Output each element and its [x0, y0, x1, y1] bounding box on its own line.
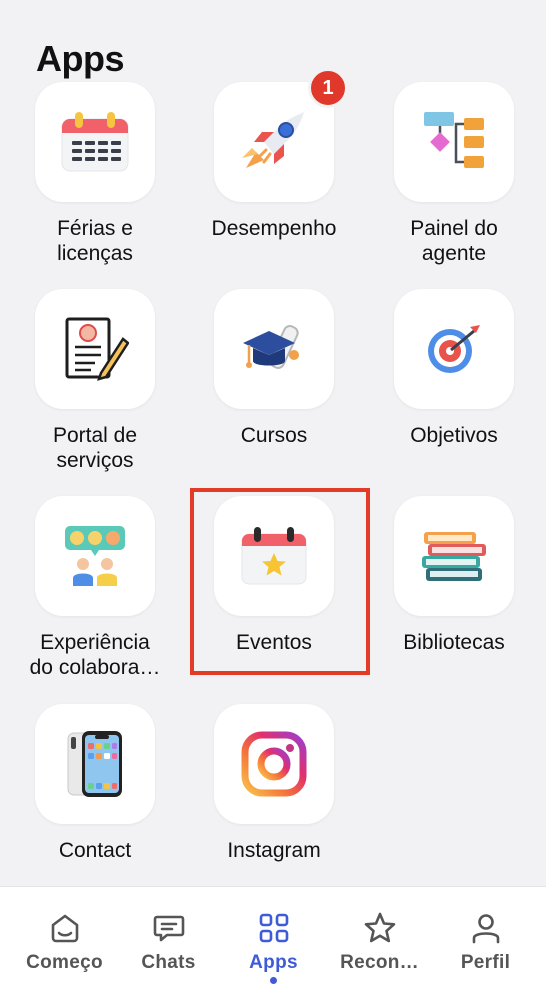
app-label: Férias e licenças [57, 217, 133, 265]
app-label: Objetivos [410, 424, 498, 447]
app-label: Portal de serviços [52, 424, 138, 472]
app-instagram[interactable]: Instagram [184, 704, 364, 863]
app-label: Bibliotecas [403, 631, 505, 654]
app-painel[interactable]: Painel do agente [364, 82, 544, 266]
app-portal[interactable]: Portal de serviços [5, 289, 185, 473]
app-tile[interactable] [35, 704, 155, 824]
person-icon [472, 914, 499, 944]
app-tile[interactable] [35, 82, 155, 202]
app-contact[interactable]: Contact [5, 704, 185, 863]
apps-screen: Apps Férias e licenças 1 Desempenho Pain… [0, 0, 546, 1006]
app-experiencia[interactable]: Experiência do colabora… [5, 496, 185, 680]
rocket-icon [242, 112, 304, 168]
app-cursos[interactable]: Cursos [184, 289, 364, 448]
bottom-tab-bar: Começo Chats Apps Recon… Perfil [0, 886, 546, 1006]
tab-label: Chats [141, 952, 196, 973]
books-icon [422, 532, 486, 581]
app-tile[interactable] [214, 496, 334, 616]
document-pencil-icon [65, 317, 129, 381]
app-objetivos[interactable]: Objetivos [364, 289, 544, 448]
apps-grid-icon [259, 913, 288, 943]
tab-label: Começo [26, 952, 103, 973]
app-tile[interactable] [214, 289, 334, 409]
app-tile[interactable] [394, 82, 514, 202]
flowchart-icon [424, 112, 484, 168]
feedback-people-icon [65, 526, 125, 586]
tab-label: Recon… [340, 952, 419, 973]
tab-apps[interactable]: Apps [219, 887, 328, 1006]
app-label: Desempenho [211, 217, 337, 240]
app-tile[interactable] [35, 289, 155, 409]
app-label: Eventos [236, 631, 312, 654]
page-title: Apps [36, 38, 125, 79]
app-label: Painel do agente [410, 217, 498, 265]
app-ferias[interactable]: Férias e licenças [5, 82, 185, 266]
tab-label: Apps [249, 952, 298, 973]
app-label: Experiência do colabora… [29, 631, 161, 679]
instagram-icon [241, 731, 307, 797]
tab-comeco[interactable]: Começo [10, 887, 119, 1006]
app-tile[interactable] [394, 496, 514, 616]
app-bibliotecas[interactable]: Bibliotecas [364, 496, 544, 655]
notification-badge: 1 [308, 68, 348, 108]
app-label: Instagram [227, 839, 321, 862]
app-desempenho[interactable]: 1 Desempenho [184, 68, 364, 241]
tab-reconhecimento[interactable]: Recon… [325, 887, 434, 1006]
app-label: Contact [58, 839, 132, 862]
star-icon [364, 912, 395, 943]
chat-icon [153, 915, 184, 942]
graduation-cap-icon [243, 325, 299, 369]
home-icon [51, 914, 78, 943]
tab-perfil[interactable]: Perfil [431, 887, 540, 1006]
app-tile[interactable] [214, 704, 334, 824]
tab-chats[interactable]: Chats [114, 887, 223, 1006]
app-tile[interactable] [394, 289, 514, 409]
tab-label: Perfil [460, 952, 511, 973]
calendar-icon [61, 112, 129, 172]
phone-icon [67, 731, 122, 797]
app-eventos[interactable]: Eventos [184, 496, 364, 655]
target-icon [428, 325, 480, 373]
app-label: Cursos [240, 424, 308, 447]
app-tile[interactable] [35, 496, 155, 616]
star-calendar-icon [241, 527, 307, 585]
app-tile[interactable]: 1 [214, 68, 348, 202]
active-tab-indicator [270, 977, 277, 984]
